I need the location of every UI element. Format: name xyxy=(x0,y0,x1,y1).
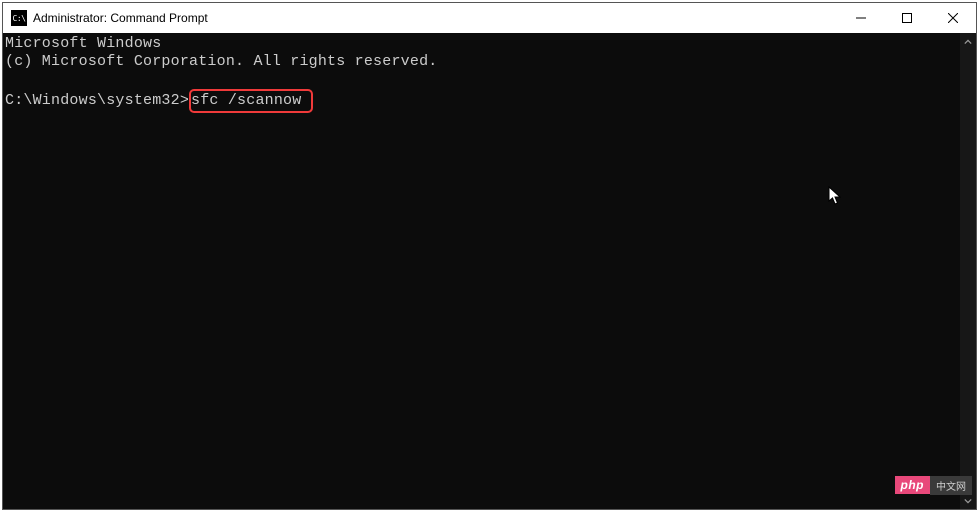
close-button[interactable] xyxy=(930,3,976,33)
chevron-up-icon xyxy=(964,38,972,46)
command-highlight: sfc /scannow xyxy=(189,89,313,113)
watermark-brand: php xyxy=(895,476,931,494)
watermark-text: 中文网 xyxy=(930,476,972,495)
command-text: sfc /scannow xyxy=(191,92,301,109)
chevron-down-icon xyxy=(964,497,972,505)
prompt-text: C:\Windows\system32> xyxy=(5,92,189,109)
scrollbar-track[interactable] xyxy=(960,50,976,492)
minimize-icon xyxy=(856,13,866,23)
cmd-app-icon: C:\ xyxy=(11,10,27,26)
client-area: Microsoft Windows (c) Microsoft Corporat… xyxy=(3,33,976,509)
watermark: php 中文网 xyxy=(895,475,973,495)
maximize-button[interactable] xyxy=(884,3,930,33)
cmd-window: C:\ Administrator: Command Prompt Micros… xyxy=(2,2,977,510)
terminal-output[interactable]: Microsoft Windows (c) Microsoft Corporat… xyxy=(3,33,960,509)
titlebar[interactable]: C:\ Administrator: Command Prompt xyxy=(3,3,976,33)
os-line: Microsoft Windows xyxy=(5,35,161,52)
scroll-up-button[interactable] xyxy=(960,33,976,50)
copyright-line: (c) Microsoft Corporation. All rights re… xyxy=(5,53,437,70)
maximize-icon xyxy=(902,13,912,23)
window-title: Administrator: Command Prompt xyxy=(33,11,208,25)
vertical-scrollbar[interactable] xyxy=(960,33,976,509)
close-icon xyxy=(948,13,958,23)
minimize-button[interactable] xyxy=(838,3,884,33)
